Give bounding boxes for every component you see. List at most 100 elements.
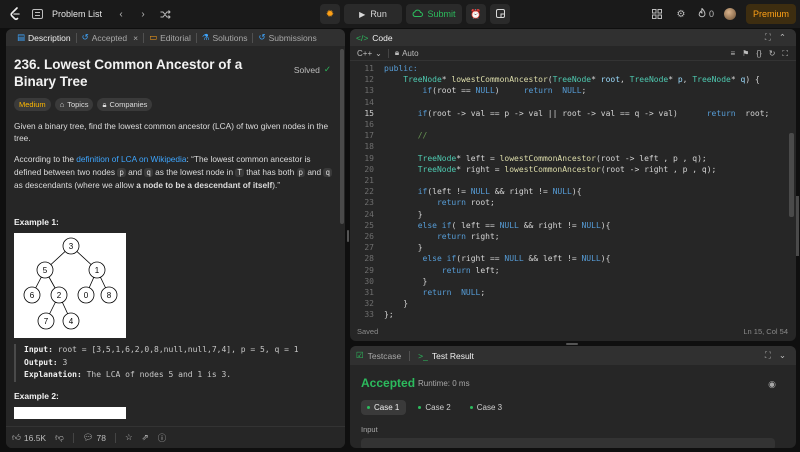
tab-test-result[interactable]: >_ Test Result (418, 351, 474, 361)
code-line[interactable]: 31 return NULL; (350, 287, 790, 298)
example-1-block: Input: root = [3,5,1,6,2,0,8,null,null,7… (14, 344, 337, 382)
chevron-up-icon[interactable]: ⌃ (779, 32, 786, 43)
help-button[interactable]: ⓘ (158, 432, 167, 444)
streak-count: 0 (708, 9, 714, 19)
code-line[interactable]: 18 (350, 141, 790, 152)
thumbs-up-icon: 👍︎ (12, 432, 21, 442)
tab-submissions[interactable]: ↺ Submissions (253, 29, 321, 46)
avatar[interactable] (723, 8, 736, 20)
submit-button[interactable]: Submit (406, 4, 462, 24)
code-line[interactable]: 29 return left; (350, 265, 790, 276)
tree-node-label: 8 (107, 291, 112, 300)
close-icon[interactable]: × (133, 33, 138, 43)
share-icon: ⇗ (141, 432, 149, 442)
description-scrollbar[interactable] (340, 49, 344, 224)
chevron-left-icon[interactable]: ‹ (114, 7, 128, 21)
code-line[interactable]: 28 else if(right == NULL && left != NULL… (350, 253, 790, 264)
tab-testcase[interactable]: ☑ Testcase (356, 350, 401, 361)
case-tab-2[interactable]: Case 2 (412, 400, 457, 415)
code-line[interactable]: 32 } (350, 298, 790, 309)
tab-accepted[interactable]: ↺ Accepted × (77, 29, 144, 46)
line-code: TreeNode* lowestCommonAncestor(TreeNode*… (403, 75, 760, 85)
line-code: return left; (441, 265, 500, 275)
code-toolbar-actions: ≡ ⚑ {} ↻ ⛶ (731, 49, 789, 59)
maximize-icon[interactable]: ⛶ (765, 350, 771, 361)
dislike-button[interactable]: 👎︎ (55, 432, 64, 443)
problem-list-link[interactable]: Problem List (52, 9, 102, 19)
code-line[interactable]: 17 // (350, 130, 790, 141)
horizontal-resize-handle[interactable] (566, 343, 578, 345)
code-line[interactable]: 11 public: (350, 63, 790, 74)
like-button[interactable]: 👍︎ 16.5K (12, 432, 46, 443)
language-select[interactable]: C++ ⌄ (357, 49, 382, 58)
page-scrollbar[interactable] (796, 196, 799, 256)
code-line[interactable]: 26 return right; (350, 231, 790, 242)
difficulty-badge[interactable]: Medium (14, 98, 51, 111)
shuffle-icon[interactable] (158, 7, 172, 21)
fullscreen-icon[interactable]: ⛶ (782, 49, 788, 59)
tree-node-label: 1 (95, 266, 100, 275)
autocomplete-toggle[interactable]: 🔒︎ Auto (395, 48, 419, 58)
description-content: 236. Lowest Common Ancestor of a Binary … (6, 46, 345, 448)
reset-icon[interactable]: ↻ (769, 49, 776, 59)
gear-icon[interactable]: ⚙ (674, 7, 688, 21)
code-line[interactable]: 14 (350, 97, 790, 108)
run-button[interactable]: ▶ Run (344, 4, 402, 24)
tag-row: Medium ⌂ Topics 🔒︎ Companies (14, 98, 337, 111)
document-icon: ▤ (17, 32, 26, 42)
code-line[interactable]: 23 return root; (350, 197, 790, 208)
code-line[interactable]: 22 if(left != NULL && right != NULL){ (350, 186, 790, 197)
line-number: 25 (364, 220, 374, 230)
code-line[interactable]: 25 else if( left == NULL && right != NUL… (350, 220, 790, 231)
note-icon (495, 8, 505, 20)
list-icon[interactable]: ≡ (731, 49, 736, 59)
favorite-button[interactable]: ☆ (125, 432, 133, 443)
code-scrollbar[interactable] (789, 133, 794, 217)
code-line[interactable]: 15 if(root -> val == p -> val || root ->… (350, 108, 790, 119)
share-button[interactable]: ⇗ (142, 432, 149, 443)
line-code: if(root -> val == p -> val || root -> va… (417, 108, 770, 118)
code-line[interactable]: 21 (350, 175, 790, 186)
comments-button[interactable]: 💬︎ 78 (83, 432, 106, 443)
maximize-icon[interactable]: ⛶ (765, 32, 771, 43)
tab-editorial[interactable]: ▭ Editorial (144, 29, 196, 46)
layout-grid-icon[interactable] (650, 7, 664, 21)
problem-list-icon[interactable] (30, 7, 44, 21)
code-line[interactable]: 27 } (350, 242, 790, 253)
code-line[interactable]: 19 TreeNode* left = lowestCommonAncestor… (350, 153, 790, 164)
premium-button[interactable]: Premium (745, 4, 796, 24)
line-number: 22 (364, 187, 374, 197)
tab-solutions[interactable]: ⚗ Solutions (197, 29, 253, 46)
eye-icon[interactable]: ◉ (768, 379, 776, 390)
code-line[interactable]: 30 } (350, 276, 790, 287)
leetcode-logo-icon[interactable] (8, 6, 22, 22)
chevron-right-icon[interactable]: › (136, 7, 150, 21)
code-line[interactable]: 12 TreeNode* lowestCommonAncestor(TreeNo… (350, 74, 790, 85)
notes-button[interactable] (490, 4, 510, 24)
code-line[interactable]: 20 TreeNode* right = lowestCommonAncesto… (350, 164, 790, 175)
chevron-down-icon[interactable]: ⌄ (779, 350, 786, 361)
code-line[interactable]: 24 } (350, 209, 790, 220)
tab-description[interactable]: ▤ Description (12, 29, 76, 46)
line-code: // (417, 131, 428, 141)
braces-icon[interactable]: {} (756, 49, 761, 59)
example-1-title: Example 1: (14, 217, 59, 228)
debug-button[interactable]: ✹ (320, 4, 340, 24)
code-line[interactable]: 33}; (350, 309, 790, 320)
topics-tag[interactable]: ⌂ Topics (54, 98, 94, 111)
case-tab-1[interactable]: Case 1 (361, 400, 407, 415)
code-line[interactable]: 13 if(root == NULL) return NULL; (350, 85, 790, 96)
code-line[interactable]: 16 (350, 119, 790, 130)
timer-button[interactable]: ⏰ (466, 4, 486, 24)
input-value-box (361, 438, 775, 448)
result-status: Accepted (361, 376, 416, 390)
code-editor[interactable]: 11 public: 12 TreeNode* lowestCommonAncest… (350, 63, 796, 320)
vertical-resize-handle[interactable] (347, 230, 349, 242)
bookmark-icon[interactable]: ⚑ (742, 49, 749, 59)
case-tab-3[interactable]: Case 3 (464, 400, 509, 415)
tree-node-label: 6 (30, 291, 35, 300)
alarm-icon: ⏰ (470, 8, 482, 19)
lca-wikipedia-link[interactable]: definition of LCA on Wikipedia (76, 154, 186, 164)
streak-counter[interactable]: 0 (698, 7, 714, 20)
companies-tag[interactable]: 🔒︎ Companies (97, 98, 153, 111)
